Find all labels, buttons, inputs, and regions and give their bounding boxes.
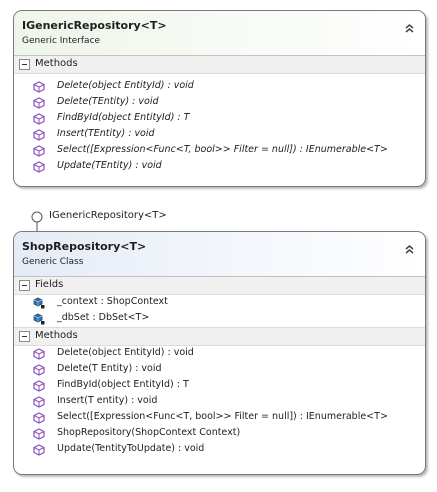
method-icon [33, 113, 45, 125]
method-icon [33, 412, 45, 424]
method-text: Insert(T entity) : void [57, 395, 158, 406]
method-row[interactable]: ShopRepository(ShopContext Context) [14, 426, 425, 442]
method-icon [33, 380, 45, 392]
field-text: _context : ShopContext [57, 296, 168, 307]
method-icon [33, 145, 45, 157]
method-row[interactable]: Insert(TEntity) : void [14, 127, 425, 143]
method-text: Update(TentityToUpdate) : void [57, 443, 205, 454]
method-text: Select([Expression<Func<T, bool>> Filter… [57, 144, 388, 155]
method-row[interactable]: Delete(object EntityId) : void [14, 346, 425, 362]
collapse-chevron-icon[interactable] [403, 22, 416, 35]
interface-header[interactable]: IGenericRepository<T> Generic Interface [14, 11, 425, 56]
class-header[interactable]: ShopRepository<T> Generic Class [14, 232, 425, 277]
method-text: ShopRepository(ShopContext Context) [57, 427, 241, 438]
method-icon [33, 161, 45, 173]
method-icon [33, 428, 45, 440]
method-row[interactable]: Select([Expression<Func<T, bool>> Filter… [14, 143, 425, 159]
method-text: Select([Expression<Func<T, bool>> Filter… [57, 411, 388, 422]
method-icon [33, 396, 45, 408]
class-methods-header[interactable]: Methods [14, 327, 425, 346]
class-method-list: Delete(object EntityId) : void Delete(T E… [14, 346, 425, 458]
method-icon [33, 97, 45, 109]
method-text: Delete(object EntityId) : void [57, 347, 194, 358]
method-row[interactable]: Update(TentityToUpdate) : void [14, 442, 425, 458]
method-icon [33, 364, 45, 376]
collapse-minus-icon[interactable] [19, 280, 30, 291]
method-text: FindById(object EntityId) : T [57, 112, 190, 123]
field-icon [33, 297, 45, 309]
method-text: Delete(T Entity) : void [57, 363, 162, 374]
collapse-minus-icon[interactable] [19, 331, 30, 342]
method-text: Insert(TEntity) : void [57, 128, 155, 139]
method-row[interactable]: Delete(TEntity) : void [14, 95, 425, 111]
interface-box[interactable]: IGenericRepository<T> Generic Interface … [13, 10, 426, 187]
method-row[interactable]: FindById(object EntityId) : T [14, 111, 425, 127]
method-text: Delete(object EntityId) : void [57, 80, 194, 91]
interface-title: IGenericRepository<T> [22, 19, 167, 32]
class-title: ShopRepository<T> [22, 240, 147, 253]
method-text: Delete(TEntity) : void [57, 96, 159, 107]
interface-subtitle: Generic Interface [22, 36, 101, 46]
class-subtitle: Generic Class [22, 257, 84, 267]
collapse-minus-icon[interactable] [19, 59, 30, 70]
method-text: Update(TEntity) : void [57, 160, 162, 171]
implements-label: IGenericRepository<T> [49, 210, 167, 221]
method-row[interactable]: Delete(object EntityId) : void [14, 79, 425, 95]
field-row[interactable]: _dbSet : DbSet<T> [14, 311, 425, 327]
interface-method-list: Delete(object EntityId) : void Delete(TEn… [14, 79, 425, 175]
class-field-list: _context : ShopContext _dbSet : DbSet<T> [14, 295, 425, 327]
field-text: _dbSet : DbSet<T> [57, 312, 150, 323]
class-fields-header[interactable]: Fields [14, 277, 425, 295]
method-text: FindById(object EntityId) : T [57, 379, 189, 390]
class-box[interactable]: ShopRepository<T> Generic Class Fields _… [13, 231, 426, 475]
method-icon [33, 81, 45, 93]
method-icon [33, 129, 45, 141]
method-icon [33, 348, 45, 360]
methods-label: Methods [35, 330, 78, 341]
methods-label: Methods [35, 58, 78, 69]
method-row[interactable]: Update(TEntity) : void [14, 159, 425, 175]
method-row[interactable]: FindById(object EntityId) : T [14, 378, 425, 394]
field-row[interactable]: _context : ShopContext [14, 295, 425, 311]
collapse-chevron-icon[interactable] [403, 243, 416, 256]
field-icon [33, 313, 45, 325]
interface-lollipop-icon [31, 211, 43, 231]
fields-label: Fields [35, 279, 64, 290]
method-row[interactable]: Delete(T Entity) : void [14, 362, 425, 378]
method-row[interactable]: Select([Expression<Func<T, bool>> Filter… [14, 410, 425, 426]
interface-methods-header[interactable]: Methods [14, 56, 425, 74]
method-row[interactable]: Insert(T entity) : void [14, 394, 425, 410]
method-icon [33, 444, 45, 456]
